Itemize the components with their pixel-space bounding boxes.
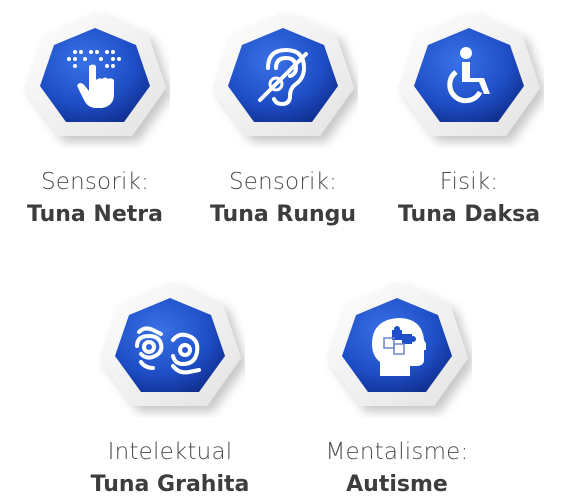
card-tuna-netra: Sensorik: Tuna Netra [10, 8, 180, 230]
hearing-impaired-icon [258, 47, 308, 107]
category-label: Sensorik: [228, 169, 338, 195]
disability-name: Tuna Netra [27, 202, 163, 227]
card-tuna-daksa: Fisik: Tuna Daksa [384, 8, 554, 230]
badge [20, 8, 170, 148]
category-label: Intelektual [107, 439, 233, 465]
category-label: Fisik: [439, 169, 499, 195]
wheelchair-icon [447, 47, 490, 104]
braille-hand-icon [67, 50, 121, 108]
card-autisme: Mentalisme: Autisme [312, 278, 482, 500]
badge [95, 278, 245, 418]
card-tuna-rungu: Sensorik: Tuna Rungu [198, 8, 368, 230]
sign-language-icon [135, 326, 201, 375]
disability-name: Tuna Rungu [209, 202, 357, 227]
disability-name: Tuna Daksa [397, 202, 541, 227]
puzzle-head-icon [372, 318, 426, 376]
category-label: Mentalisme: [325, 439, 469, 465]
card-tuna-grahita: Intelektual Tuna Grahita [85, 278, 255, 500]
category-label: Sensorik: [40, 169, 150, 195]
badge [322, 278, 472, 418]
badge [394, 8, 544, 148]
disability-name: Autisme [346, 472, 448, 497]
disability-name: Tuna Grahita [90, 472, 250, 497]
badge [208, 8, 358, 148]
